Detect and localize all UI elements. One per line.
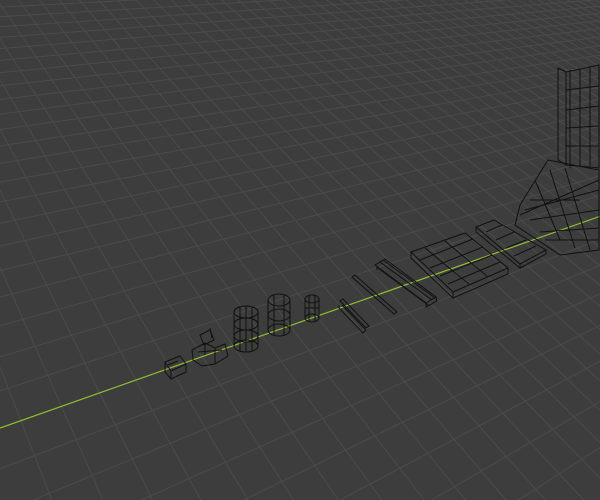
- 3d-viewport[interactable]: [0, 0, 600, 500]
- small-canister-object[interactable]: [304, 294, 320, 323]
- scene-objects[interactable]: [0, 0, 600, 500]
- plank-object[interactable]: [351, 274, 398, 315]
- barrel-object-2[interactable]: [267, 293, 291, 337]
- shelving-tower-object[interactable]: [514, 64, 600, 256]
- pallet-object-large[interactable]: [410, 232, 509, 300]
- stacked-blocks-object[interactable]: [191, 327, 229, 367]
- plank-stack-object[interactable]: [374, 258, 438, 308]
- barrel-object-1[interactable]: [233, 305, 259, 353]
- small-crate-object[interactable]: [164, 355, 187, 380]
- pallet-object-small[interactable]: [475, 219, 548, 270]
- rail-object[interactable]: [338, 298, 370, 334]
